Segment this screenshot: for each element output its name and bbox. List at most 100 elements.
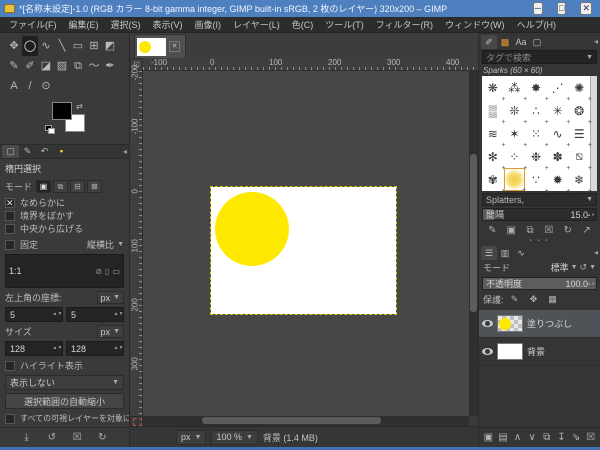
tab-tool-options[interactable]: ▢ (2, 145, 19, 158)
delete-brush-button[interactable]: ☒ (541, 223, 557, 238)
clear-icon[interactable]: ⊘ (95, 267, 102, 276)
rectangle-select-tool[interactable]: ▭ (70, 36, 86, 56)
canvas-viewport[interactable] (143, 71, 469, 416)
paths-tool[interactable]: ╲ (54, 36, 70, 56)
edit-brush-button[interactable]: ✎ (484, 223, 500, 238)
auto-shrink-button[interactable]: 選択範囲の自動縮小 (5, 393, 124, 409)
scrollbar-thumb[interactable] (201, 417, 381, 424)
brush-cell[interactable]: ❊ (504, 99, 526, 127)
canvas-image[interactable] (210, 186, 397, 315)
layer-thumbnail[interactable] (497, 315, 523, 332)
text-tool[interactable]: A (6, 76, 22, 96)
layer-name[interactable]: 塗りつぶし (527, 317, 572, 330)
brush-cell[interactable]: ❋ (482, 76, 505, 104)
refresh-brushes-button[interactable]: ↻ (560, 223, 576, 238)
fixed-checkbox[interactable] (5, 239, 15, 250)
raise-layer-button[interactable]: ∧ (511, 430, 524, 445)
tab-channels[interactable]: ▥ (497, 246, 513, 260)
vertical-scrollbar[interactable] (469, 71, 478, 416)
lock-pixels-icon[interactable]: ✎ (509, 292, 521, 307)
image-tab[interactable]: ✕ (134, 34, 186, 58)
menu-item[interactable]: フィルター(R) (371, 17, 438, 32)
spinner-arrows-icon[interactable]: ▲▼ (587, 278, 595, 289)
tab-brushes[interactable]: ✐ (481, 34, 497, 49)
brush-cell[interactable]: ❉ (525, 145, 548, 173)
delete-tool-preset-button[interactable]: ☒ (69, 430, 85, 445)
lower-layer-button[interactable]: ∨ (526, 430, 539, 445)
navigation-button[interactable] (469, 416, 478, 426)
spinner-arrows-icon[interactable]: ▲▼ (114, 312, 124, 317)
duplicate-layer-button[interactable]: ⧉ (540, 430, 553, 445)
option-checkbox-row[interactable]: 中央から広げる (5, 222, 124, 235)
move-tool[interactable]: ✥ (6, 36, 22, 56)
brush-cell[interactable]: ✾ (482, 168, 505, 196)
position-unit-dropdown[interactable]: px ▼ (96, 291, 124, 304)
spinner-arrows-icon[interactable]: ▲▼ (53, 312, 63, 317)
position-x-spinner[interactable]: 5 ▲▼ (5, 307, 63, 322)
zoom-dropdown[interactable]: 100 % ▼ (211, 429, 258, 445)
save-tool-preset-button[interactable]: ⤓ (19, 430, 35, 445)
aspect-ratio-field[interactable]: 1:1 ⊘ ▯ ▭ (5, 254, 124, 288)
tab-document-history[interactable]: ▢ (529, 35, 545, 49)
menu-item[interactable]: 編集(E) (64, 17, 104, 32)
minimize-button[interactable]: ─ (532, 2, 544, 15)
brush-cell[interactable]: ❄ (568, 168, 591, 196)
restore-tool-preset-button[interactable]: ↺ (44, 430, 60, 445)
open-brush-as-image-button[interactable]: ↗ (579, 223, 595, 238)
mode-add-button[interactable]: ⧉ (53, 180, 69, 193)
duplicate-brush-button[interactable]: ⧉ (522, 223, 538, 238)
lock-position-icon[interactable]: ✥ (528, 292, 540, 307)
brush-cell[interactable]: ⁙ (525, 122, 548, 150)
brush-cell[interactable]: ✸ (525, 76, 548, 104)
horizontal-scrollbar[interactable] (143, 416, 469, 426)
mode-replace-button[interactable]: ▣ (36, 180, 52, 193)
brush-cell[interactable]: ✶ (504, 122, 526, 150)
tab-fonts[interactable]: Aa (513, 35, 529, 49)
brush-cell[interactable]: ✽ (547, 145, 570, 173)
zoom-tool[interactable]: ⊙ (38, 76, 54, 96)
pencil-tool[interactable]: ✎ (6, 56, 22, 76)
menu-item[interactable]: 色(C) (287, 17, 319, 32)
brush-cell[interactable]: ≋ (482, 122, 505, 150)
tab-images[interactable]: ▪ (53, 145, 70, 158)
default-colors-icon[interactable] (45, 125, 55, 134)
brush-cell[interactable]: ⁘ (504, 145, 526, 173)
option-checkbox-row[interactable]: なめらかに (5, 196, 124, 209)
ink-tool[interactable]: ✒ (102, 56, 118, 76)
lock-alpha-icon[interactable]: ▦ (547, 292, 559, 307)
menu-item[interactable]: ウィンドウ(W) (440, 17, 510, 32)
vertical-ruler[interactable]: -200 -100 0 100 200 300 (130, 64, 143, 416)
menu-item[interactable]: レイヤー(L) (228, 17, 285, 32)
layer-row[interactable]: 背景 (479, 338, 600, 366)
merge-down-button[interactable]: ⇘ (570, 430, 583, 445)
scrollbar-thumb[interactable] (470, 153, 477, 313)
tab-undo-history[interactable]: ↶ (36, 145, 53, 158)
layer-mode-dropdown[interactable]: 標準 ▼ ↺ ▼ (551, 261, 596, 274)
tab-menu-icon[interactable]: ◂ (594, 248, 598, 257)
tag-list-dropdown[interactable]: Splatters, ▼ (482, 193, 597, 206)
ellipse-select-tool[interactable]: ◯ (22, 36, 38, 56)
quick-mask-toggle[interactable] (130, 416, 143, 426)
new-layer-button[interactable]: ▣ (482, 430, 495, 445)
menu-item[interactable]: ファイル(F) (4, 17, 62, 32)
menu-item[interactable]: 画像(I) (190, 17, 227, 32)
spacing-slider[interactable]: 間隔 15.0 ▲▼ (482, 208, 597, 221)
unit-dropdown[interactable]: px ▼ (176, 429, 207, 445)
highlight-row[interactable]: ハイライト表示 (5, 359, 124, 372)
landscape-icon[interactable]: ▭ (112, 267, 120, 276)
spinner-arrows-icon[interactable]: ▲▼ (114, 346, 124, 351)
close-button[interactable]: ✕ (580, 2, 592, 15)
anchor-layer-button[interactable]: ↧ (555, 430, 568, 445)
horizontal-ruler[interactable]: -100 0 100 200 300 400 (143, 58, 478, 71)
menu-item[interactable]: 表示(V) (148, 17, 188, 32)
foreground-color-swatch[interactable] (52, 102, 72, 120)
checkbox[interactable] (5, 223, 15, 234)
layer-name[interactable]: 背景 (527, 345, 545, 358)
mode-switch-icon[interactable]: ↺ (580, 262, 588, 273)
maximize-button[interactable]: □ (557, 2, 567, 15)
crop-tool[interactable]: ⊞ (86, 36, 102, 56)
brush-cell[interactable]: ⧅ (568, 145, 591, 172)
visibility-eye-icon[interactable] (482, 320, 493, 327)
eraser-tool[interactable]: ◪ (38, 56, 54, 76)
layer-row[interactable]: 塗りつぶし (479, 310, 600, 338)
